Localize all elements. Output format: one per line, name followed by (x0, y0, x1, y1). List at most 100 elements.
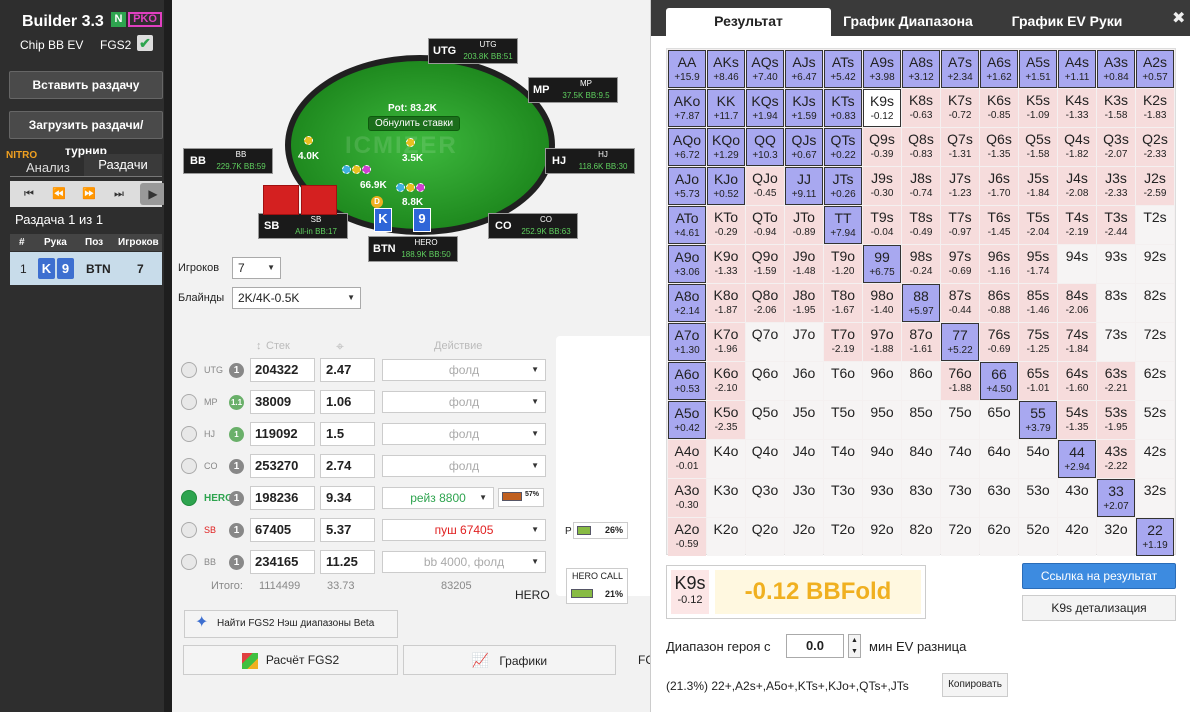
blinds-select[interactable]: 2K/4K-0.5K ▼ (232, 287, 361, 309)
hand-cell[interactable]: 74s -1.84 (1058, 323, 1096, 361)
hero-call-box[interactable]: HERO CALL 21% (566, 568, 628, 604)
hand-cell[interactable]: A8o +2.14 (668, 284, 706, 322)
hand-cell[interactable]: 52s (1136, 401, 1174, 439)
hand-cell[interactable]: 95s -1.74 (1019, 245, 1057, 283)
hand-cell[interactable]: 52o (1019, 518, 1057, 556)
hand-cell[interactable]: A8s +3.12 (902, 50, 940, 88)
hand-cell[interactable]: 84o (902, 440, 940, 478)
hand-cell[interactable]: A3o -0.30 (668, 479, 706, 517)
hand-cell[interactable]: 76o -1.88 (941, 362, 979, 400)
hand-cell[interactable]: 86o (902, 362, 940, 400)
hand-cell[interactable]: 93s (1097, 245, 1135, 283)
hand-cell[interactable]: 22 +1.19 (1136, 518, 1174, 556)
hand-cell[interactable]: 43s -2.22 (1097, 440, 1135, 478)
hand-cell[interactable]: QJo -0.45 (746, 167, 784, 205)
play-icon[interactable]: ▶ (140, 183, 166, 205)
hand-cell[interactable]: 77 +5.22 (941, 323, 979, 361)
action-select[interactable]: фолд ▼ (382, 391, 546, 413)
hand-cell[interactable]: 93o (863, 479, 901, 517)
hand-cell[interactable]: 73s (1097, 323, 1135, 361)
hand-cell[interactable]: 97o -1.88 (863, 323, 901, 361)
hand-cell[interactable]: 42o (1058, 518, 1096, 556)
hero-radio[interactable] (181, 426, 197, 442)
hand-cell[interactable]: J5s -1.84 (1019, 167, 1057, 205)
action-select[interactable]: фолд ▼ (382, 423, 546, 445)
hand-cell[interactable]: 53o (1019, 479, 1057, 517)
hand-cell[interactable]: J3s -2.33 (1097, 167, 1135, 205)
hand-cell[interactable]: T5s -2.04 (1019, 206, 1057, 244)
hand-cell[interactable]: TT +7.94 (824, 206, 862, 244)
hand-cell[interactable]: 75s -1.25 (1019, 323, 1057, 361)
tab-ev-chart[interactable]: График EV Руки (997, 8, 1137, 36)
hand-cell[interactable]: Q4s -1.82 (1058, 128, 1096, 166)
hand-cell[interactable]: 53s -1.95 (1097, 401, 1135, 439)
hand-cell[interactable]: J2s -2.59 (1136, 167, 1174, 205)
hand-cell[interactable]: T9s -0.04 (863, 206, 901, 244)
hand-cell[interactable]: Q5s -1.58 (1019, 128, 1057, 166)
hand-cell[interactable]: QTs +0.22 (824, 128, 862, 166)
hand-cell[interactable]: KTo -0.29 (707, 206, 745, 244)
hand-cell[interactable]: K9s -0.12 (863, 89, 901, 127)
hand-cell[interactable]: A5o +0.42 (668, 401, 706, 439)
hand-cell[interactable]: A2s +0.57 (1136, 50, 1174, 88)
tab-result[interactable]: Результат (666, 8, 831, 36)
hand-cell[interactable]: K6s -0.85 (980, 89, 1018, 127)
hand-cell[interactable]: AKo +7.87 (668, 89, 706, 127)
hand-cell[interactable]: T7o -2.19 (824, 323, 862, 361)
hand-cell[interactable]: J6o (785, 362, 823, 400)
hand-cell[interactable]: A6s +1.62 (980, 50, 1018, 88)
hand-cell[interactable]: AQs +7.40 (746, 50, 784, 88)
hand-cell[interactable]: J7o (785, 323, 823, 361)
hand-cell[interactable]: J6s -1.70 (980, 167, 1018, 205)
stack-input[interactable]: 253270 (250, 454, 315, 478)
hand-cell[interactable]: 65s -1.01 (1019, 362, 1057, 400)
hand-cell[interactable]: KK +11.7 (707, 89, 745, 127)
stack-input[interactable]: 198236 (250, 486, 315, 510)
hand-cell[interactable]: 32s (1136, 479, 1174, 517)
hand-cell[interactable]: Q9s -0.39 (863, 128, 901, 166)
hand-cell[interactable]: Q4o (746, 440, 784, 478)
hand-cell[interactable]: Q3s -2.07 (1097, 128, 1135, 166)
seat-mp[interactable]: MP MP 37.5K BB:9.5 (528, 77, 618, 103)
close-icon[interactable]: ✖ (1172, 8, 1185, 28)
bb-input[interactable]: 2.47 (320, 358, 375, 382)
hand-cell[interactable]: 94o (863, 440, 901, 478)
hand-cell[interactable]: A7s +2.34 (941, 50, 979, 88)
hand-cell[interactable]: 83o (902, 479, 940, 517)
hand-cell[interactable]: K5o -2.35 (707, 401, 745, 439)
hand-cell[interactable]: Q7s -1.31 (941, 128, 979, 166)
hand-cell[interactable]: K4s -1.33 (1058, 89, 1096, 127)
hand-cell[interactable]: 72s (1136, 323, 1174, 361)
tab-analysis[interactable]: Анализ (26, 160, 70, 175)
first-hand-icon[interactable]: ⏮ (18, 184, 40, 204)
hand-cell[interactable]: Q6o (746, 362, 784, 400)
paste-hand-button[interactable]: Вставить раздачу (9, 71, 163, 99)
hand-cell[interactable]: Q6s -1.35 (980, 128, 1018, 166)
hand-cell[interactable]: AQo +6.72 (668, 128, 706, 166)
calc-fgs2-button[interactable]: Расчёт FGS2 (183, 645, 398, 675)
hand-cell[interactable]: AJs +6.47 (785, 50, 823, 88)
hand-cell[interactable]: J8s -0.74 (902, 167, 940, 205)
hand-cell[interactable]: Q8s -0.83 (902, 128, 940, 166)
stack-sort-icon[interactable]: ↕ (256, 340, 262, 352)
hand-cell[interactable]: JTs +0.26 (824, 167, 862, 205)
hand-cell[interactable]: J8o -1.95 (785, 284, 823, 322)
hand-cell[interactable]: KJs +1.59 (785, 89, 823, 127)
seat-hj[interactable]: HJ HJ 118.6K BB:30 (545, 148, 635, 174)
hand-cell[interactable]: 72o (941, 518, 979, 556)
table-row[interactable]: 1 K 9 BTN 7 (10, 252, 162, 285)
action-select[interactable]: фолд ▼ (382, 455, 546, 477)
hand-cell[interactable]: T6s -1.45 (980, 206, 1018, 244)
hand-cell[interactable]: AA +15.9 (668, 50, 706, 88)
hero-radio[interactable] (181, 490, 197, 506)
hero-radio[interactable] (181, 458, 197, 474)
hand-cell[interactable]: 85s -1.46 (1019, 284, 1057, 322)
hero-radio[interactable] (181, 394, 197, 410)
hand-cell[interactable]: K4o (707, 440, 745, 478)
action-select[interactable]: фолд ▼ (382, 359, 546, 381)
tab-range-chart[interactable]: График Диапазона (829, 8, 987, 36)
hand-cell[interactable]: 95o (863, 401, 901, 439)
hand-cell[interactable]: A7o +1.30 (668, 323, 706, 361)
hand-cell[interactable]: 63s -2.21 (1097, 362, 1135, 400)
hand-cell[interactable]: 64o (980, 440, 1018, 478)
